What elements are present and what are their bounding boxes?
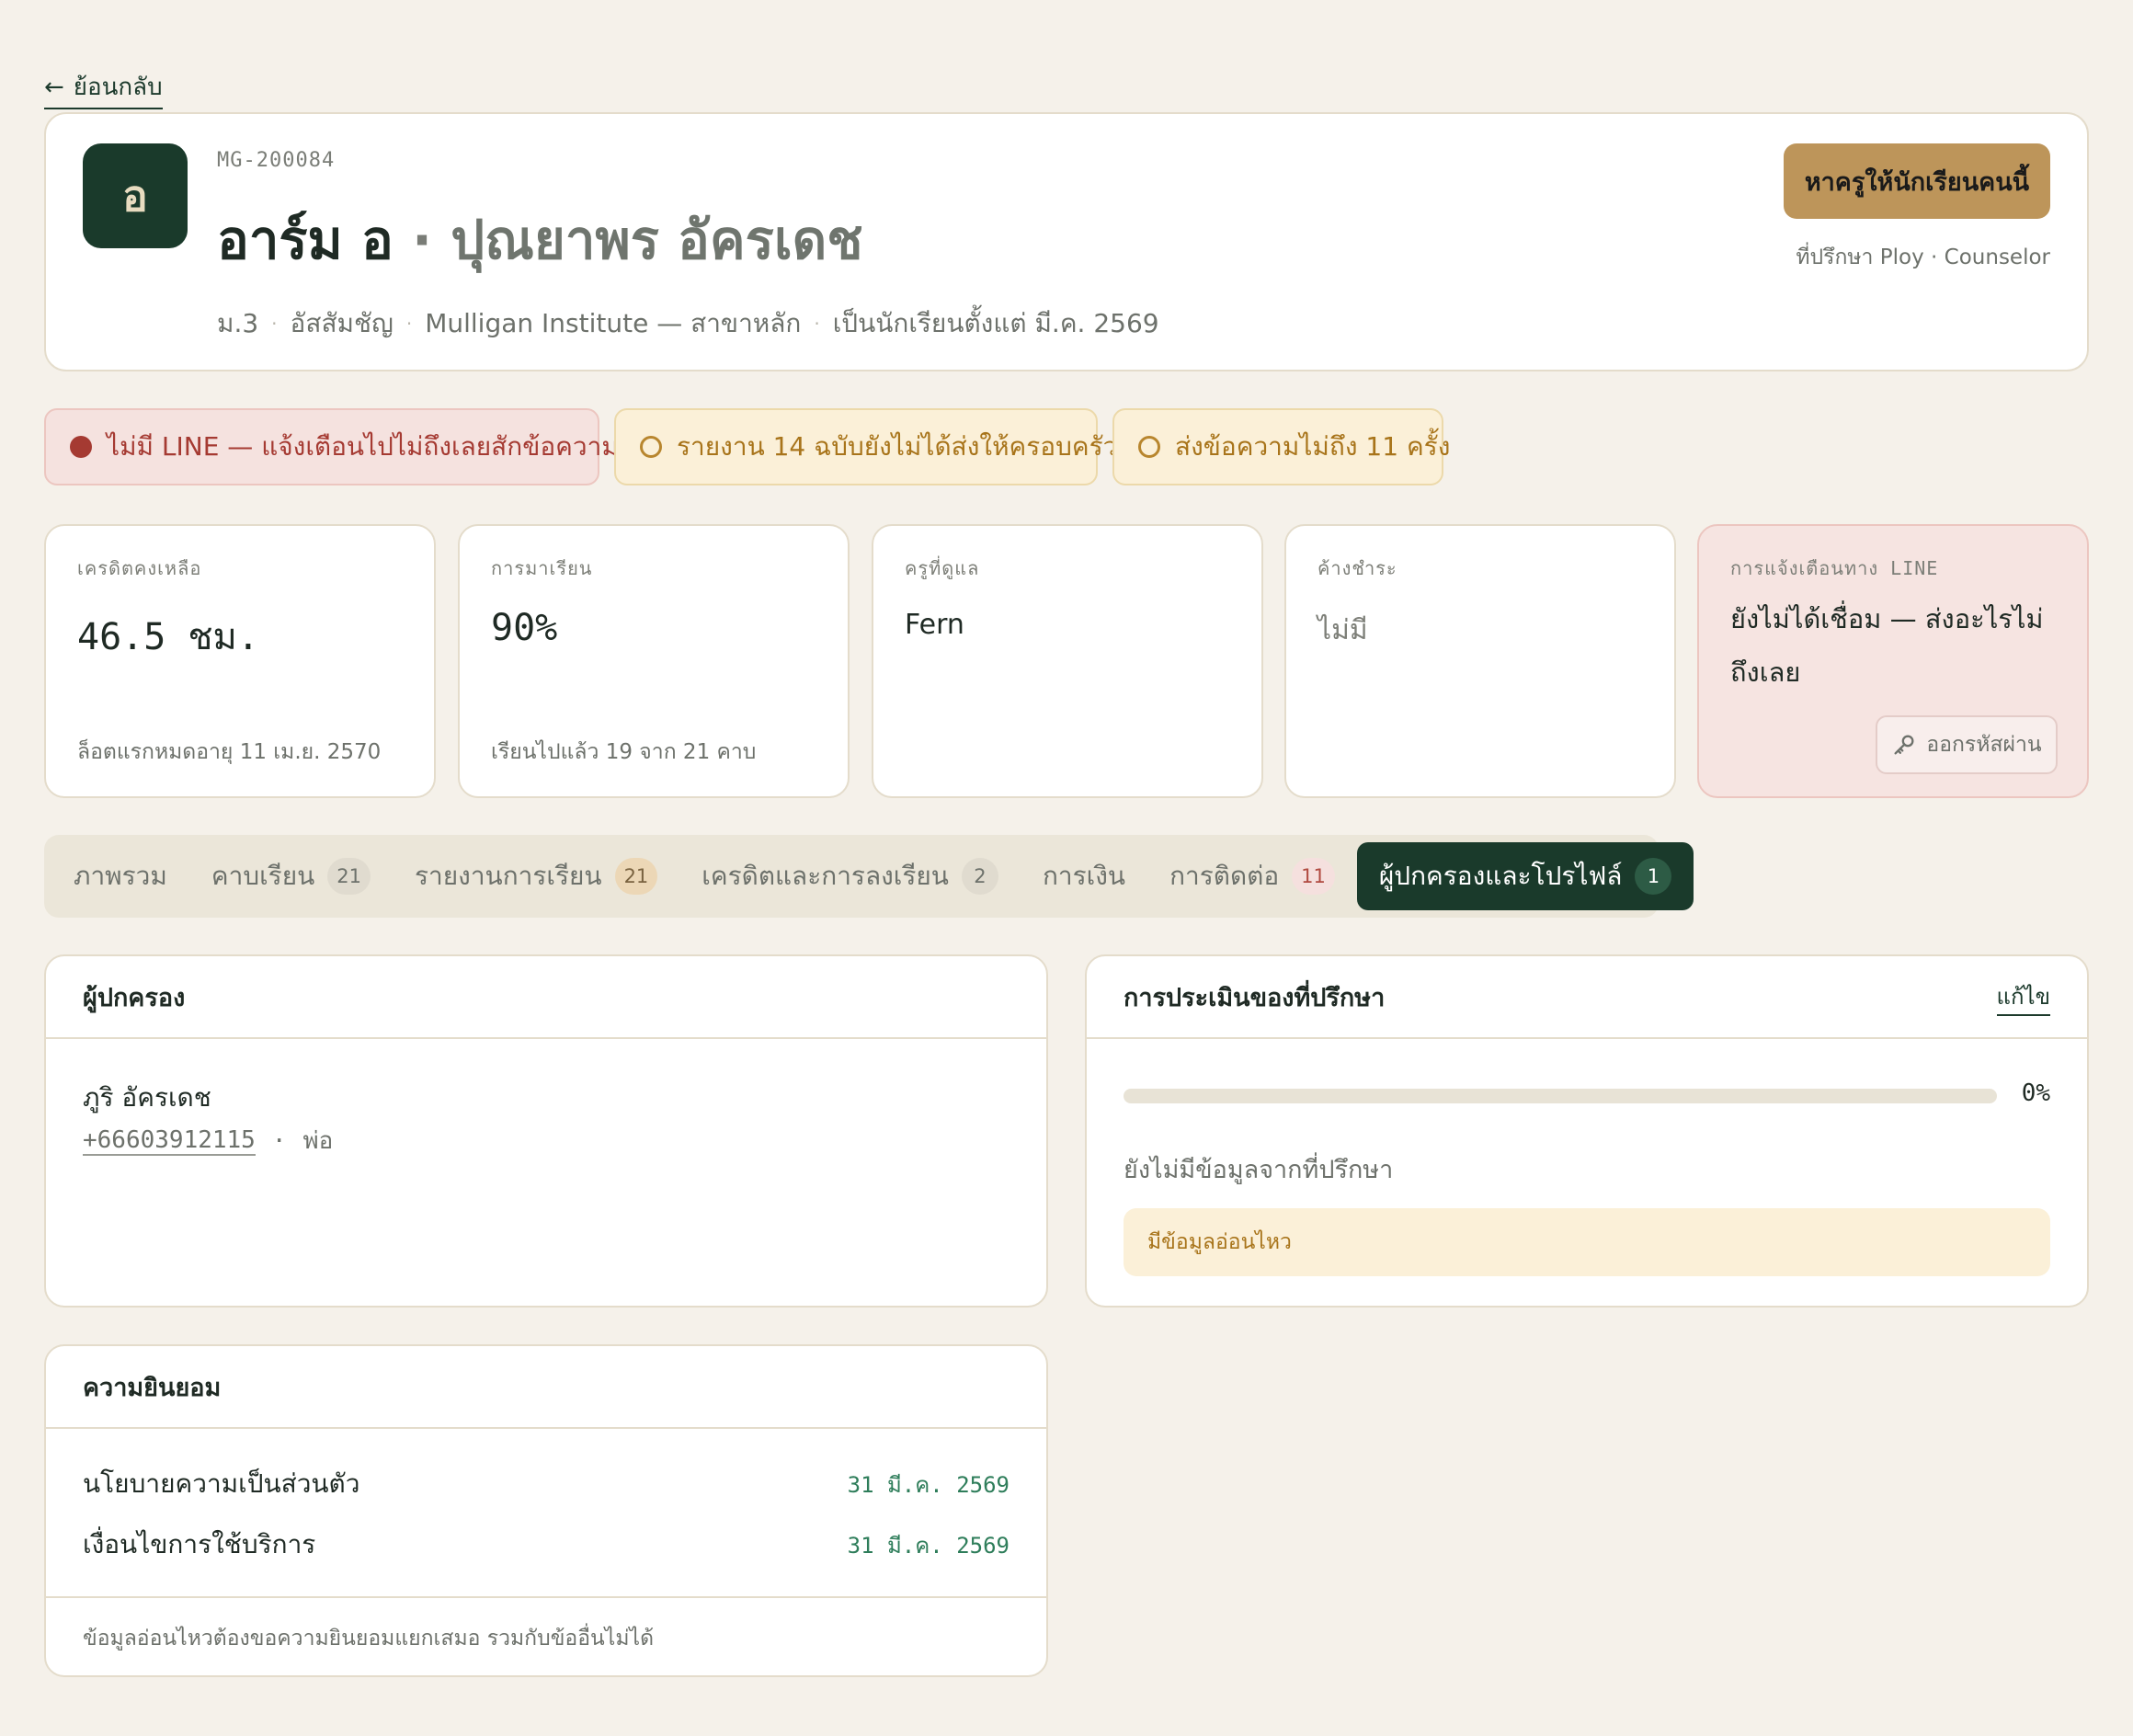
student-full-name: ปุณยาพร อัครเดช — [451, 209, 863, 271]
stat-value: 90% — [491, 607, 558, 649]
tab-sessions[interactable]: คาบเรียน 21 — [189, 842, 393, 910]
back-link[interactable]: ← ย้อนกลับ — [44, 68, 163, 109]
consent-item-name: เงื่อนไขการใช้บริการ — [83, 1529, 316, 1559]
tab-label: คาบเรียน — [211, 861, 315, 891]
tab-guardian-profile[interactable]: ผู้ปกครองและโปรไฟล์ 1 — [1356, 842, 1694, 910]
avatar: อ — [83, 143, 188, 248]
error-dot-icon — [70, 436, 92, 458]
stat-label: ค้างชำระ — [1317, 557, 1397, 579]
tab-credits[interactable]: เครดิตและการลงเรียน 2 — [679, 842, 1021, 910]
count-badge: 1 — [1635, 858, 1672, 895]
stat-value: 46.5 ชม. — [77, 616, 260, 658]
guardian-contact: +66603912115 · พ่อ — [83, 1122, 333, 1159]
sensitive-data-label: มีข้อมูลอ่อนไหว — [1147, 1230, 1292, 1254]
count-badge: 21 — [614, 858, 658, 895]
consent-note: ข้อมูลอ่อนไหวต้องขอความยินยอมแยกเสมอ รวม… — [83, 1627, 654, 1650]
student-nickname: อาร์ม อ — [217, 209, 394, 271]
tab-finance[interactable]: การเงิน — [1021, 842, 1147, 910]
alert-text: รายงาน 14 ฉบับยังไม่ได้ส่งให้ครอบครัว — [677, 431, 1118, 462]
stat-label: ครูที่ดูแล — [905, 557, 980, 579]
meta-branch: Mulligan Institute — สาขาหลัก — [425, 308, 802, 338]
page-title: อาร์ม อ · ปุณยาพร อัครเดช — [217, 197, 863, 282]
tab-bar: ภาพรวม คาบเรียน 21 รายงานการเรียน 21 เคร… — [44, 835, 1694, 918]
stat-card-credits: เครดิตคงเหลือ 46.5 ชม. ล็อตแรกหมดอายุ 11… — [44, 524, 436, 798]
find-tutor-button[interactable]: หาครูให้นักเรียนคนนี้ — [1784, 143, 2050, 219]
stat-foot: เรียนไปแล้ว 19 จาก 21 คาบ — [491, 740, 757, 764]
warning-ring-icon — [1138, 436, 1160, 458]
tab-label: การเงิน — [1042, 861, 1126, 891]
tab-overview[interactable]: ภาพรวม — [51, 842, 189, 910]
guardian-name: ภูริ อัครเดช — [83, 1082, 211, 1113]
meta-grade: ม.3 — [217, 308, 259, 338]
consent-item: เงื่อนไขการใช้บริการ 31 มี.ค. 2569 — [83, 1525, 1009, 1565]
panel-title: การประเมินของที่ปรึกษา — [1124, 983, 1386, 1012]
consent-panel: ความยินยอม นโยบายความเป็นส่วนตัว 31 มี.ค… — [44, 1344, 1048, 1677]
meta-separator: · — [405, 313, 413, 335]
consent-item-name: นโยบายความเป็นส่วนตัว — [83, 1468, 360, 1499]
panel-header: ความยินยอม — [46, 1346, 1046, 1429]
panel-title: ความยินยอม — [83, 1373, 222, 1402]
student-header-card: อ MG-200084 อาร์ม อ · ปุณยาพร อัครเดช ม.… — [44, 112, 2089, 371]
meta-separator: · — [271, 313, 278, 335]
meta-school: อัสสัมชัญ — [290, 308, 394, 338]
panel-title: ผู้ปกครอง — [83, 983, 186, 1012]
student-meta: ม.3 · อัสสัมชัญ · Mulligan Institute — ส… — [217, 303, 1159, 344]
stat-value: ไม่มี — [1317, 614, 1368, 646]
panel-header: การประเมินของที่ปรึกษา แก้ไข — [1087, 956, 2087, 1039]
alert-unsent-reports: รายงาน 14 ฉบับยังไม่ได้ส่งให้ครอบครัว — [614, 408, 1117, 485]
warning-ring-icon — [640, 436, 662, 458]
tab-label: การติดต่อ — [1169, 861, 1280, 891]
stat-card-attendance: การมาเรียน 90% เรียนไปแล้ว 19 จาก 21 คาบ — [458, 524, 850, 798]
student-id: MG-200084 — [217, 149, 336, 172]
issue-password-label: ออกรหัสผ่าน — [1926, 733, 2042, 757]
stat-label: การมาเรียน — [491, 557, 593, 579]
count-badge: 2 — [961, 858, 998, 895]
alert-text: ไม่มี LINE — แจ้งเตือนไปไม่ถึงเลยสักข้อค… — [107, 431, 619, 462]
tab-label: ผู้ปกครองและโปรไฟล์ — [1378, 861, 1623, 891]
consent-item-date: 31 มี.ค. 2569 — [847, 1471, 1009, 1498]
tab-reports[interactable]: รายงานการเรียน 21 — [393, 842, 679, 910]
sensitive-data-notice[interactable]: มีข้อมูลอ่อนไหว — [1124, 1208, 2050, 1276]
meta-since: เป็นนักเรียนตั้งแต่ มี.ค. 2569 — [832, 308, 1159, 338]
stat-card-tutor: ครูที่ดูแล Fern — [872, 524, 1263, 798]
tab-label: ภาพรวม — [74, 861, 167, 891]
guardian-relation: พ่อ — [302, 1127, 334, 1155]
assessment-progress-bar — [1124, 1089, 1997, 1103]
guardian-panel: ผู้ปกครอง ภูริ อัครเดช +66603912115 · พ่… — [44, 954, 1048, 1308]
edit-assessment-link[interactable]: แก้ไข — [1996, 978, 2050, 1016]
counselor-assessment-panel: การประเมินของที่ปรึกษา แก้ไข 0% ยังไม่มี… — [1085, 954, 2089, 1308]
count-badge: 21 — [327, 858, 371, 895]
divider — [46, 1596, 1046, 1598]
guardian-phone-link[interactable]: +66603912115 — [83, 1126, 256, 1156]
alert-failed-messages: ส่งข้อความไม่ถึง 11 ครั้ง — [1112, 408, 1450, 485]
tab-contact[interactable]: การติดต่อ 11 — [1147, 842, 1357, 910]
meta-separator: · — [814, 313, 820, 335]
consent-item: นโยบายความเป็นส่วนตัว 31 มี.ค. 2569 — [83, 1464, 1009, 1504]
alert-text: ส่งข้อความไม่ถึง 11 ครั้ง — [1175, 431, 1451, 462]
stat-label: การแจ้งเตือนทาง LINE — [1730, 557, 1939, 579]
stat-label: เครดิตคงเหลือ — [77, 557, 202, 579]
panel-header: ผู้ปกครอง — [46, 956, 1046, 1039]
counselor-info: ที่ปรึกษา Ploy · Counselor — [1796, 246, 2050, 269]
contact-separator: · — [271, 1126, 287, 1155]
arrow-left-icon: ← — [44, 73, 64, 101]
key-icon — [1894, 735, 1914, 755]
assessment-progress-label: 0% — [2021, 1079, 2050, 1107]
stat-card-line: การแจ้งเตือนทาง LINE ยังไม่ได้เชื่อม — ส… — [1697, 524, 2089, 798]
consent-item-date: 31 มี.ค. 2569 — [847, 1532, 1009, 1559]
back-label: ย้อนกลับ — [73, 74, 163, 101]
stat-foot: ล็อตแรกหมดอายุ 11 เม.ย. 2570 — [77, 740, 382, 764]
tab-label: รายงานการเรียน — [414, 861, 602, 891]
name-separator: · — [412, 209, 433, 271]
assessment-empty-text: ยังไม่มีข้อมูลจากที่ปรึกษา — [1124, 1156, 1394, 1184]
alert-no-line: ไม่มี LINE — แจ้งเตือนไปไม่ถึงเลยสักข้อค… — [44, 408, 619, 485]
stat-value: ยังไม่ได้เชื่อม — ส่งอะไรไม่ถึงเลย — [1730, 603, 2044, 688]
issue-password-button[interactable]: ออกรหัสผ่าน — [1876, 715, 2058, 774]
tab-label: เครดิตและการลงเรียน — [701, 861, 949, 891]
stat-value: Fern — [905, 609, 964, 641]
count-badge: 11 — [1292, 858, 1335, 895]
stat-card-overdue: ค้างชำระ ไม่มี — [1284, 524, 1676, 798]
